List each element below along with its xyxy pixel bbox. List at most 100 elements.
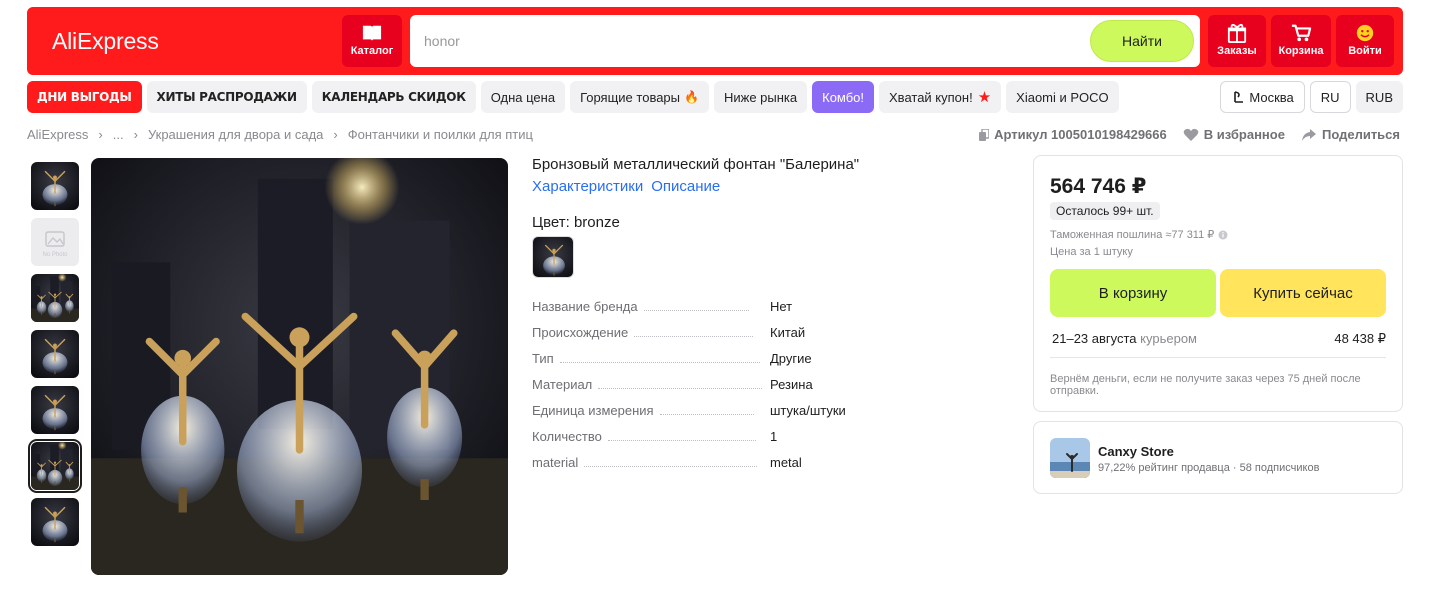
- spec-value: штука/штуки: [770, 402, 846, 418]
- spec-row: material metal: [532, 449, 872, 475]
- delivery-price: 48 438 ₽: [1334, 331, 1386, 346]
- spec-leader: [634, 335, 754, 337]
- chip-xiaomi-poco[interactable]: Xiaomi и POCO: [1006, 81, 1119, 113]
- chip-below-market[interactable]: Ниже рынка: [713, 81, 808, 113]
- spec-value: Другие: [770, 350, 812, 366]
- color-swatch-image: [533, 237, 574, 278]
- chevron-right-icon: ›: [133, 127, 138, 142]
- spec-row: Название бренда Нет: [532, 293, 872, 319]
- buy-now-button[interactable]: Купить сейчас: [1220, 269, 1386, 317]
- language-selector[interactable]: RU: [1309, 81, 1351, 113]
- gift-box-icon: [1227, 23, 1247, 43]
- star-icon: ★: [977, 89, 992, 106]
- cart-button[interactable]: Корзина: [1271, 15, 1331, 67]
- chip-grab-coupon[interactable]: Хватай купон! ★: [879, 81, 1002, 113]
- divider: [1050, 357, 1386, 358]
- city-selector[interactable]: Москва: [1220, 81, 1305, 113]
- chip-benefit-days[interactable]: ДНИ ВЫГОДЫ: [27, 81, 142, 113]
- thumbnail-4[interactable]: [31, 330, 79, 378]
- spec-leader: [607, 439, 756, 441]
- chip-one-price[interactable]: Одна цена: [480, 81, 566, 113]
- info-icon[interactable]: [1218, 230, 1228, 240]
- spec-value: 1: [770, 428, 778, 444]
- spec-leader: [643, 309, 749, 311]
- orders-button[interactable]: Заказы: [1208, 15, 1266, 67]
- stock-badge: Осталось 99+ шт.: [1050, 202, 1160, 220]
- orders-label: Заказы: [1217, 45, 1257, 57]
- breadcrumb-category[interactable]: Украшения для двора и сада: [148, 127, 323, 142]
- product-thumbnail-image: [31, 274, 79, 322]
- customs-duty: Таможенная пошлина ≈77 311 ₽: [1050, 228, 1228, 241]
- tab-description[interactable]: Описание: [651, 178, 720, 195]
- no-photo-label: No Photo: [42, 252, 68, 258]
- dot-separator: ·: [1232, 462, 1240, 474]
- search-button[interactable]: Найти: [1090, 20, 1194, 62]
- ballerina-fountain-photo: [91, 158, 508, 575]
- locale-selectors: Москва RU RUB: [1220, 81, 1403, 113]
- breadcrumb-home[interactable]: AliExpress: [27, 127, 88, 142]
- spec-row: Происхождение Китай: [532, 319, 872, 345]
- spec-row: Тип Другие: [532, 345, 872, 371]
- chip-sale-hits[interactable]: ХИТЫ РАСПРОДАЖИ: [146, 81, 307, 113]
- delivery-method: курьером: [1140, 331, 1197, 346]
- favorite-button[interactable]: В избранное: [1183, 127, 1285, 142]
- delivery-date: 21–23 августа: [1052, 331, 1137, 346]
- article-label: Артикул 1005010198429666: [994, 127, 1167, 142]
- spec-value: Нет: [770, 298, 793, 314]
- favorite-label: В избранное: [1203, 127, 1285, 142]
- spec-row: Количество 1: [532, 423, 872, 449]
- article-number[interactable]: Артикул 1005010198429666: [979, 127, 1167, 142]
- store-name[interactable]: Canxy Store: [1098, 444, 1174, 459]
- spec-value: metal: [770, 454, 802, 470]
- search-input[interactable]: [424, 29, 1064, 53]
- delivery-info[interactable]: 21–23 августа курьером: [1052, 331, 1197, 346]
- thumbnail-3[interactable]: [31, 274, 79, 322]
- city-label: Москва: [1249, 89, 1294, 105]
- promo-nav: ДНИ ВЫГОДЫ ХИТЫ РАСПРОДАЖИ КАЛЕНДАРЬ СКИ…: [27, 81, 1119, 113]
- spec-key: material: [532, 454, 579, 470]
- aliexpress-logo[interactable]: AliExpress: [52, 28, 159, 55]
- share-label: Поделиться: [1321, 127, 1400, 142]
- store-card[interactable]: Canxy Store 97,22% рейтинг продавца · 58…: [1033, 421, 1403, 494]
- color-label: Цвет: bronze: [532, 214, 620, 231]
- catalog-label: Каталог: [350, 45, 394, 57]
- chip-discount-calendar[interactable]: КАЛЕНДАРЬ СКИДОК: [311, 81, 476, 113]
- customs-duty-label: Таможенная пошлина ≈77 311 ₽: [1050, 229, 1215, 241]
- store-avatar-image: [1050, 438, 1090, 478]
- tab-characteristics[interactable]: Характеристики: [532, 178, 643, 195]
- no-photo-icon: [45, 231, 65, 247]
- spec-value: Китай: [770, 324, 806, 340]
- chip-combo[interactable]: Комбо!: [812, 81, 875, 113]
- currency-selector[interactable]: RUB: [1355, 81, 1403, 113]
- product-meta-actions: Артикул 1005010198429666 В избранное Под…: [979, 127, 1400, 142]
- thumbnail-5[interactable]: [31, 386, 79, 434]
- share-button[interactable]: Поделиться: [1301, 127, 1400, 142]
- breadcrumb-subcategory[interactable]: Фонтанчики и поилки для птиц: [348, 127, 533, 142]
- product-tabs: Характеристики Описание: [532, 178, 720, 195]
- spec-list: Название бренда Нет Происхождение Китай …: [532, 293, 872, 475]
- thumbnail-7[interactable]: [31, 498, 79, 546]
- buy-box: 564 746 ₽ Осталось 99+ шт. Таможенная по…: [1033, 155, 1403, 412]
- spec-key: Единица измерения: [532, 402, 654, 418]
- chevron-right-icon: ›: [333, 127, 338, 142]
- add-to-cart-button[interactable]: В корзину: [1050, 269, 1216, 317]
- spec-row: Единица измерения штука/штуки: [532, 397, 872, 423]
- product-thumbnail-image: [31, 386, 79, 434]
- main-product-image[interactable]: [91, 158, 508, 575]
- cart-label: Корзина: [1278, 45, 1324, 57]
- spec-value: Резина: [770, 376, 813, 392]
- product-thumbnail-image: [31, 330, 79, 378]
- store-avatar: [1050, 438, 1090, 478]
- login-button[interactable]: Войти: [1336, 15, 1394, 67]
- thumbnail-1[interactable]: [31, 162, 79, 210]
- thumbnail-6-selected[interactable]: [28, 439, 82, 493]
- spec-row: Материал Резина: [532, 371, 872, 397]
- product-thumbnail-image: [31, 498, 79, 546]
- spec-key: Количество: [532, 428, 602, 444]
- color-option-bronze[interactable]: [532, 236, 574, 278]
- catalog-button[interactable]: Каталог: [342, 15, 402, 67]
- chip-hot-deals[interactable]: Горящие товары 🔥: [570, 81, 709, 113]
- thumbnail-2[interactable]: No Photo: [31, 218, 79, 266]
- breadcrumb-ellipsis[interactable]: ...: [113, 127, 124, 142]
- store-stats: 97,22% рейтинг продавца · 58 подписчиков: [1098, 462, 1319, 474]
